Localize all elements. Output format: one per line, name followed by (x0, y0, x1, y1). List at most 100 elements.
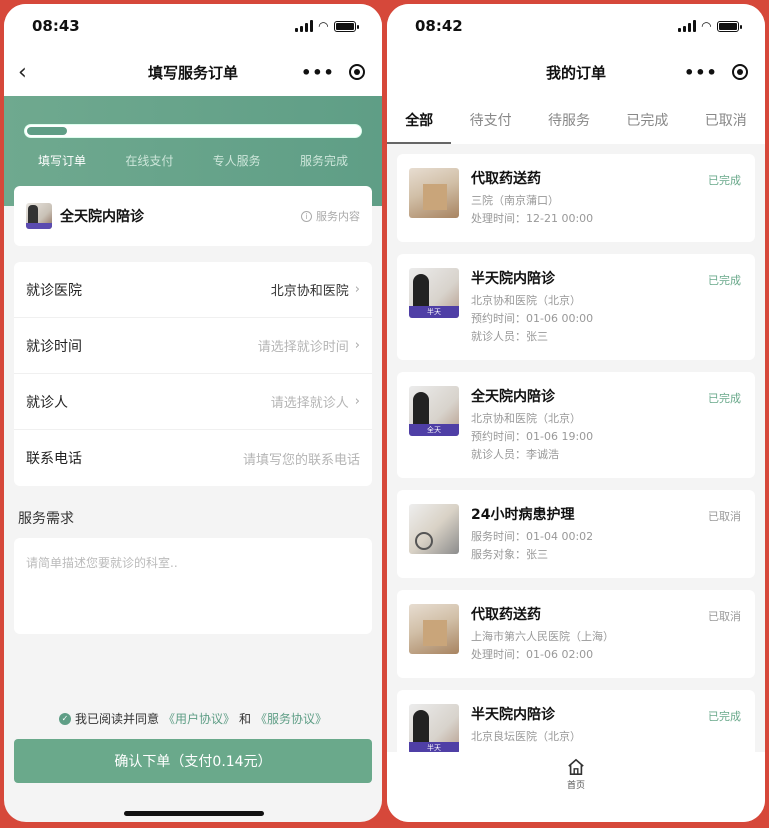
progress-bar (24, 124, 362, 138)
order-detail: 三院（南京蒲口） (471, 194, 559, 207)
order-detail: 上海市第六人民医院（上海） (471, 630, 614, 643)
order-card[interactable]: 半天 半天院内陪诊 北京协和医院（北京） 预约时间：01-06 00:00 就诊… (397, 254, 755, 360)
form-row-phone[interactable]: 联系电话 请填写您的联系电话 (14, 430, 372, 486)
order-form: 就诊医院 北京协和医院 › 就诊时间 请选择就诊时间 › 就诊人 请选择就诊人 › 联… (14, 262, 372, 486)
order-title: 半天院内陪诊 (471, 707, 555, 723)
home-tab-label[interactable]: 首页 (567, 778, 585, 791)
tab-all[interactable]: 全部 (387, 96, 452, 144)
escort-image: 全天 (409, 386, 459, 436)
order-status: 已完成 (708, 274, 741, 287)
info-icon: i (301, 210, 312, 222)
close-miniapp-icon[interactable] (348, 64, 365, 80)
miniapp-capsule: ••• (294, 57, 372, 87)
escort-image: 半天 (409, 704, 459, 754)
user-agreement-link[interactable]: 《用户协议》 (163, 710, 235, 727)
needs-textarea[interactable]: 请简单描述您要就诊的科室.. (14, 538, 372, 634)
order-card[interactable]: 代取药送药 三院（南京蒲口） 处理时间：12-21 00:00 已完成 (397, 154, 755, 242)
bottom-tab-bar: 首页 (387, 752, 765, 822)
form-value: 请选择就诊时间 › (258, 336, 360, 355)
right-phone-screen: 08:42 ◠ 我的订单 ••• 全部 待支付 待服务 已完成 已取消 代取药送… (387, 4, 765, 822)
order-detail: 北京协和医院（北京） (471, 294, 581, 307)
back-icon[interactable]: ‹ (18, 60, 27, 85)
home-icon[interactable] (567, 758, 585, 776)
service-info-link[interactable]: i 服务内容 (301, 208, 360, 224)
agree-and: 和 (239, 712, 252, 726)
agree-checkbox-icon[interactable]: ✓ (58, 712, 71, 725)
hospital-value: 北京协和医院 (270, 284, 349, 299)
service-thumbnail (26, 203, 52, 229)
chevron-right-icon: › (354, 338, 360, 353)
status-icons: ◠ (677, 19, 742, 33)
medicine-delivery-image (409, 168, 459, 218)
more-icon[interactable]: ••• (301, 63, 335, 82)
tab-pending-payment[interactable]: 待支付 (466, 96, 516, 144)
submit-order-button[interactable]: 确认下单（支付0.14元） (14, 739, 372, 783)
order-detail: 服务对象：张三 (471, 548, 548, 561)
form-label: 就诊人 (26, 394, 68, 411)
step-service-complete: 服务完成 (299, 154, 348, 168)
status-bar: 08:42 ◠ (387, 4, 765, 48)
wifi-icon: ◠ (318, 19, 328, 33)
patient-placeholder: 请选择就诊人 (270, 396, 349, 411)
service-name: 全天院内陪诊 (60, 209, 144, 225)
service-info-label: 服务内容 (316, 210, 360, 223)
order-card[interactable]: 全天 全天院内陪诊 北京协和医院（北京） 预约时间：01-06 19:00 就诊… (397, 372, 755, 478)
step-dedicated-service: 专人服务 (212, 154, 261, 168)
tab-cancelled[interactable]: 已取消 (701, 96, 751, 144)
service-card: 全天院内陪诊 i 服务内容 (14, 186, 372, 246)
service-agreement-link[interactable]: 《服务协议》 (255, 710, 327, 727)
progress-fill (27, 127, 67, 135)
order-detail: 服务时间：01-04 00:02 (471, 530, 594, 543)
nav-bar: ‹ 填写服务订单 ••• (4, 48, 382, 96)
miniapp-capsule: ••• (677, 57, 755, 87)
form-value: 北京协和医院 › (271, 280, 360, 299)
time-placeholder: 请选择就诊时间 (257, 340, 349, 355)
order-status: 已完成 (708, 392, 741, 405)
status-bar: 08:43 ◠ (4, 4, 382, 48)
form-row-patient[interactable]: 就诊人 请选择就诊人 › (14, 374, 372, 430)
order-status: 已取消 (708, 510, 741, 523)
order-status: 已完成 (708, 710, 741, 723)
order-status: 已取消 (708, 610, 741, 623)
order-title: 代取药送药 (471, 171, 541, 187)
agreement-line: ✓ 我已阅读并同意 《用户协议》 和 《服务协议》 (4, 710, 382, 727)
phone-input[interactable]: 请填写您的联系电话 (243, 449, 360, 468)
order-title: 全天院内陪诊 (471, 389, 555, 405)
status-time: 08:43 (32, 17, 80, 35)
agree-prefix: 我已阅读并同意 (74, 712, 159, 726)
service-badge: 全天 (409, 424, 459, 436)
tab-completed[interactable]: 已完成 (622, 96, 672, 144)
signal-icon (294, 20, 313, 32)
home-indicator (124, 811, 264, 816)
more-icon[interactable]: ••• (684, 63, 718, 82)
order-card[interactable]: 代取药送药 上海市第六人民医院（上海） 处理时间：01-06 02:00 已取消 (397, 590, 755, 678)
chevron-right-icon: › (354, 394, 360, 409)
status-time: 08:42 (415, 17, 463, 35)
order-card[interactable]: 24小时病患护理 服务时间：01-04 00:02 服务对象：张三 已取消 (397, 490, 755, 578)
order-list: 代取药送药 三院（南京蒲口） 处理时间：12-21 00:00 已完成 半天 半… (387, 144, 765, 768)
form-label: 就诊医院 (26, 282, 82, 299)
form-row-time[interactable]: 就诊时间 请选择就诊时间 › (14, 318, 372, 374)
chevron-right-icon: › (354, 282, 360, 297)
status-icons: ◠ (294, 19, 359, 33)
left-phone-screen: 08:43 ◠ ‹ 填写服务订单 ••• 填写订单 在线支付 专人服务 服务完成… (4, 4, 382, 822)
form-row-hospital[interactable]: 就诊医院 北京协和医院 › (14, 262, 372, 318)
order-detail: 处理时间：12-21 00:00 (471, 212, 594, 225)
step-labels: 填写订单 在线支付 专人服务 服务完成 (24, 152, 362, 169)
nursing-care-image (409, 504, 459, 554)
medicine-delivery-image (409, 604, 459, 654)
wifi-icon: ◠ (701, 19, 711, 33)
form-value: 请选择就诊人 › (271, 392, 360, 411)
escort-image: 半天 (409, 268, 459, 318)
tab-pending-service[interactable]: 待服务 (544, 96, 594, 144)
needs-title: 服务需求 (18, 511, 74, 527)
form-label: 就诊时间 (26, 338, 82, 355)
close-miniapp-icon[interactable] (731, 64, 748, 80)
battery-icon (334, 20, 359, 32)
order-title: 24小时病患护理 (471, 507, 575, 523)
order-detail: 就诊人员：李诚浩 (471, 448, 559, 461)
order-status: 已完成 (708, 174, 741, 187)
order-detail: 北京协和医院（北京） (471, 412, 581, 425)
page-title: 填写服务订单 (147, 63, 238, 82)
order-detail: 预约时间：01-06 19:00 (471, 430, 594, 443)
